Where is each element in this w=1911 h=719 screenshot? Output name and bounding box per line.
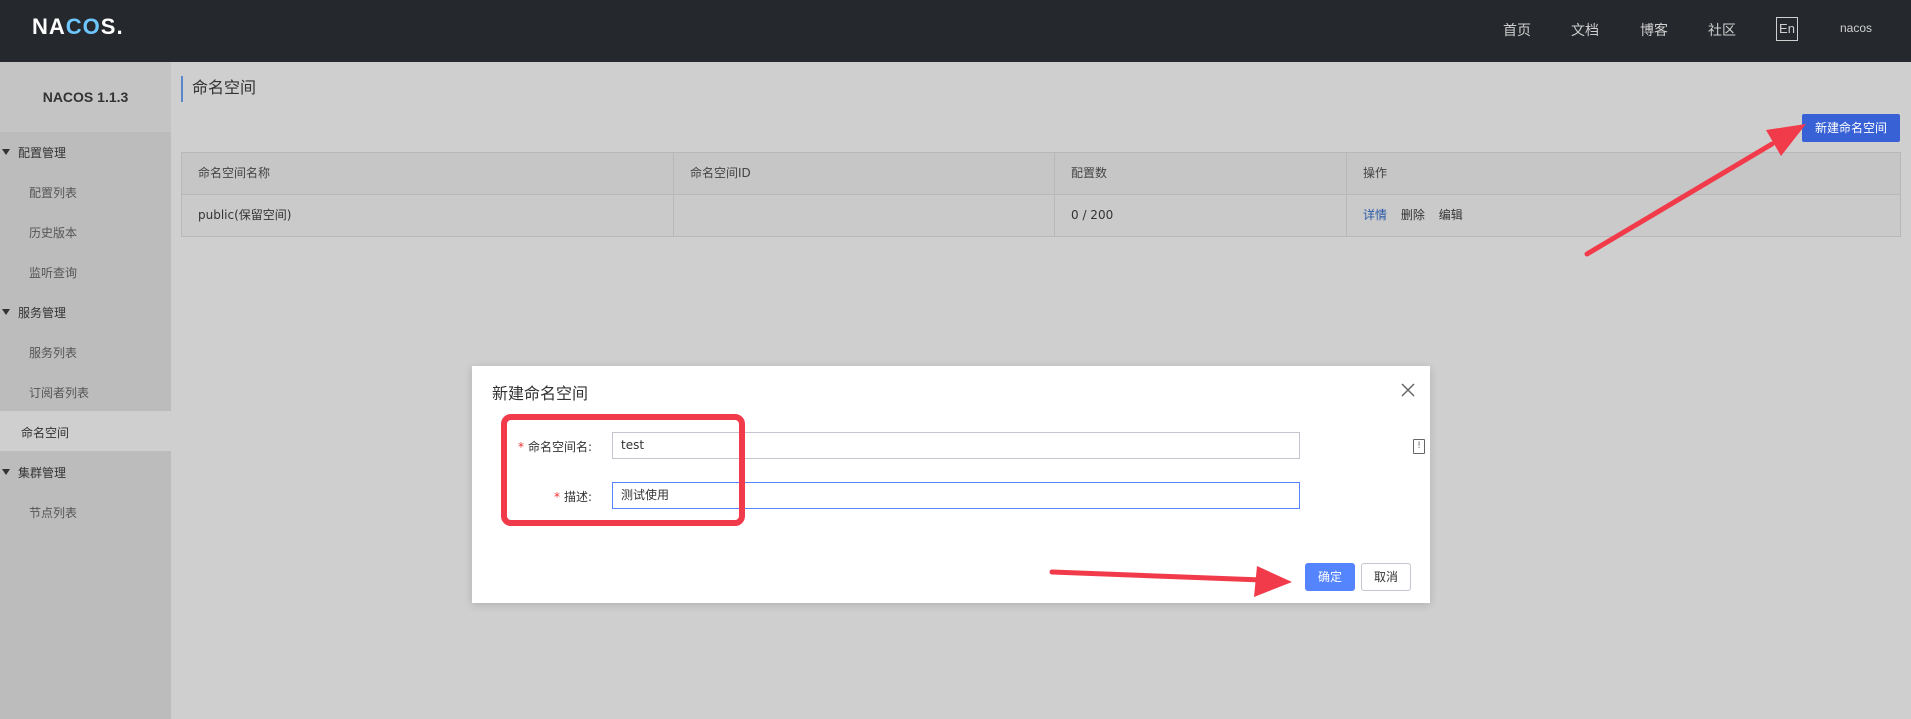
sidebar-group-label: 集群管理 xyxy=(18,465,67,480)
logo-text-accent: CO xyxy=(65,14,101,39)
sidebar-item-node-list[interactable]: 节点列表 xyxy=(29,504,77,521)
sidebar-group-config[interactable]: 配置管理 xyxy=(0,144,171,160)
cell-config-count: 0 / 200 xyxy=(1055,195,1347,236)
nav-blog[interactable]: 博客 xyxy=(1640,20,1668,40)
sidebar-group-cluster[interactable]: 集群管理 xyxy=(0,464,171,480)
logo-text-suffix: S. xyxy=(100,14,124,39)
user-name[interactable]: nacos xyxy=(1840,21,1872,35)
column-header-name: 命名空间名称 xyxy=(182,153,674,194)
top-navbar: NACOS. 首页 文档 博客 社区 En nacos xyxy=(0,0,1911,62)
password-manager-icon[interactable]: ! xyxy=(1413,439,1425,454)
edit-link[interactable]: 编辑 xyxy=(1439,208,1463,222)
sidebar-item-history[interactable]: 历史版本 xyxy=(29,224,77,241)
caret-down-icon xyxy=(2,309,10,315)
column-header-count: 配置数 xyxy=(1055,153,1347,194)
cancel-button[interactable]: 取消 xyxy=(1361,563,1411,591)
sidebar-item-subscriber-list[interactable]: 订阅者列表 xyxy=(29,384,89,401)
new-namespace-button[interactable]: 新建命名空间 xyxy=(1802,114,1900,142)
logo-text-prefix: NA xyxy=(32,14,66,39)
dialog-title: 新建命名空间 xyxy=(492,384,589,403)
table-row: public(保留空间) 0 / 200 详情 删除 编辑 xyxy=(182,194,1900,236)
nacos-logo[interactable]: NACOS. xyxy=(32,14,124,40)
highlight-annotation-box xyxy=(501,414,745,526)
sidebar-group-service[interactable]: 服务管理 xyxy=(0,304,171,320)
cell-namespace-id xyxy=(674,195,1055,236)
caret-down-icon xyxy=(2,469,10,475)
annotation-arrows xyxy=(1049,124,1806,597)
confirm-button[interactable]: 确定 xyxy=(1305,563,1355,591)
cell-namespace-name: public(保留空间) xyxy=(182,195,674,236)
cell-actions: 详情 删除 编辑 xyxy=(1347,195,1900,236)
sidebar-item-config-list[interactable]: 配置列表 xyxy=(29,184,77,201)
nav-home[interactable]: 首页 xyxy=(1503,20,1531,40)
column-header-id: 命名空间ID xyxy=(674,153,1055,194)
sidebar-item-listener-query[interactable]: 监听查询 xyxy=(29,264,77,281)
sidebar-group-label: 配置管理 xyxy=(18,145,67,160)
page-title: 命名空间 xyxy=(181,76,256,102)
nav-community[interactable]: 社区 xyxy=(1708,20,1736,40)
column-header-actions: 操作 xyxy=(1363,166,1388,180)
delete-link[interactable]: 删除 xyxy=(1401,208,1425,222)
caret-down-icon xyxy=(2,149,10,155)
sidebar-item-namespace[interactable]: 命名空间 xyxy=(21,424,69,441)
namespace-table: 命名空间名称 命名空间ID 配置数 操作 public(保留空间) 0 / 20… xyxy=(181,152,1901,237)
language-toggle-button[interactable]: En xyxy=(1776,17,1798,41)
version-label: NACOS 1.1.3 xyxy=(0,62,171,132)
sidebar-group-label: 服务管理 xyxy=(18,305,67,320)
close-icon[interactable] xyxy=(1399,381,1417,399)
nav-docs[interactable]: 文档 xyxy=(1571,20,1599,40)
sidebar-item-service-list[interactable]: 服务列表 xyxy=(29,344,77,361)
detail-link[interactable]: 详情 xyxy=(1363,208,1387,222)
table-header-row: 命名空间名称 命名空间ID 配置数 操作 xyxy=(182,153,1900,194)
